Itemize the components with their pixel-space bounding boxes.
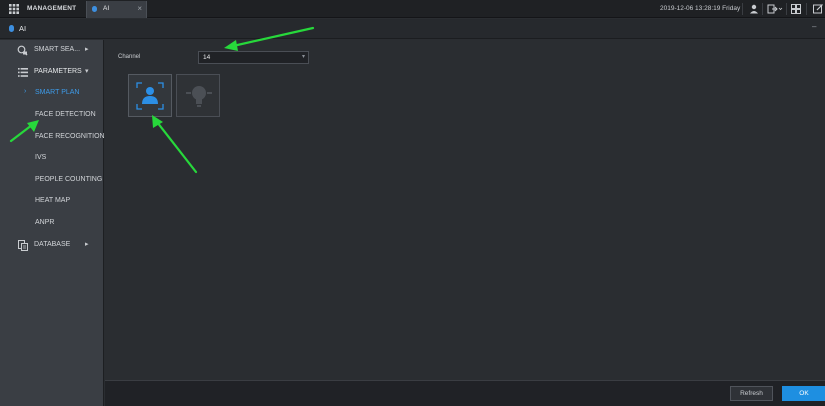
sidebar-item-smart-search[interactable]: SMART SEA... ▸ xyxy=(0,40,104,60)
sidebar-item-label: ANPR xyxy=(35,219,55,226)
ivs-plan-tile[interactable] xyxy=(176,74,220,117)
sidebar-item-heat-map[interactable]: HEAT MAP xyxy=(0,191,104,211)
sidebar-item-database[interactable]: DATABASE ▸ xyxy=(0,235,104,255)
divider xyxy=(762,3,763,15)
sidebar-item-label: IVS xyxy=(35,154,47,161)
sidebar-item-label: SMART SEA... xyxy=(34,46,81,53)
channel-label: Channel xyxy=(118,54,141,60)
page-title: AI xyxy=(19,24,27,33)
tab-ai-label: AI xyxy=(103,5,110,12)
user-icon[interactable] xyxy=(748,3,760,15)
sidebar-item-label: HEAT MAP xyxy=(35,197,71,204)
minimize-button[interactable]: – xyxy=(812,22,816,31)
sidebar-item-face-recognition[interactable]: FACE RECOGNITION xyxy=(0,127,105,147)
edit-window-icon[interactable] xyxy=(812,3,824,15)
footer-bar: Refresh OK xyxy=(105,380,825,406)
channel-select[interactable]: 14 ▾ xyxy=(198,51,309,64)
refresh-button[interactable]: Refresh xyxy=(730,386,773,401)
sidebar-item-smart-plan[interactable]: › SMART PLAN xyxy=(0,83,104,103)
sidebar-item-label: SMART PLAN xyxy=(35,89,80,96)
management-menu-label[interactable]: MANAGEMENT xyxy=(27,5,76,12)
divider xyxy=(786,3,787,15)
sidebar-item-label: PARAMETERS xyxy=(34,68,82,75)
multi-screen-icon[interactable] xyxy=(790,3,802,15)
chevron-right-icon: ▸ xyxy=(85,46,89,53)
database-icon xyxy=(18,240,28,251)
tab-ai[interactable]: AI × xyxy=(86,1,147,18)
divider xyxy=(806,3,807,15)
ai-icon xyxy=(92,6,97,12)
main-panel: Channel 14 ▾ xyxy=(105,40,825,380)
face-recognition-icon xyxy=(136,82,164,110)
chevron-down-icon: ▾ xyxy=(85,68,89,75)
sidebar-item-label: PEOPLE COUNTING xyxy=(35,176,103,183)
chevron-down-icon: ▾ xyxy=(301,54,305,60)
ivs-bulb-icon xyxy=(186,86,212,107)
system-datetime: 2019-12-06 13:28:19 Friday xyxy=(660,5,741,12)
face-recognition-plan-tile[interactable] xyxy=(128,74,172,117)
sidebar-item-anpr[interactable]: ANPR xyxy=(0,213,104,233)
ai-icon xyxy=(9,25,14,32)
page-title-bar: AI – xyxy=(0,19,825,39)
sidebar-item-people-counting[interactable]: PEOPLE COUNTING xyxy=(0,170,104,190)
smart-search-icon xyxy=(17,45,28,56)
divider xyxy=(742,3,743,15)
sidebar-item-parameters[interactable]: PARAMETERS ▾ xyxy=(0,62,104,82)
logout-icon[interactable] xyxy=(767,3,783,15)
list-icon xyxy=(18,68,28,77)
sidebar-item-face-detection[interactable]: FACE DETECTION xyxy=(0,105,104,125)
sidebar: SMART SEA... ▸ PARAMETERS ▾ › SMART PLAN… xyxy=(0,40,105,406)
sidebar-item-label: DATABASE xyxy=(34,241,71,248)
sidebar-item-label: FACE RECOGNITION xyxy=(35,133,105,140)
chevron-right-icon: ▸ xyxy=(85,241,89,248)
menu-grid-icon[interactable] xyxy=(9,4,19,14)
chevron-right-icon: › xyxy=(24,88,27,95)
sidebar-item-label: FACE DETECTION xyxy=(35,111,96,118)
close-icon[interactable]: × xyxy=(137,4,142,13)
channel-value: 14 xyxy=(203,54,211,61)
ok-button[interactable]: OK xyxy=(782,386,825,401)
sidebar-item-ivs[interactable]: IVS xyxy=(0,148,104,168)
top-bar: MANAGEMENT AI × 2019-12-06 13:28:19 Frid… xyxy=(0,0,825,18)
